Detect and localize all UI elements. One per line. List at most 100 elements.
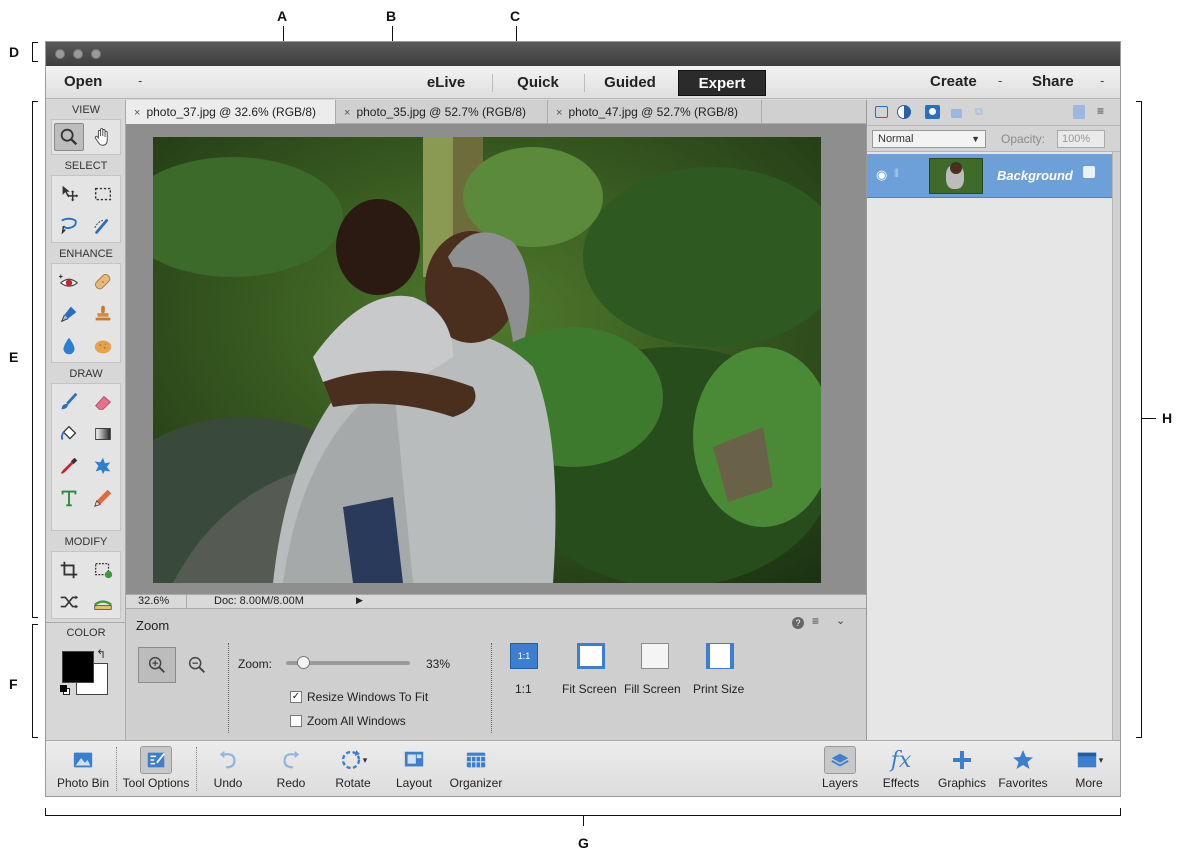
fill-screen-button[interactable] — [641, 643, 669, 669]
mode-tab-expert[interactable]: Expert — [678, 70, 766, 96]
more-button[interactable]: ▾ More — [1066, 746, 1112, 790]
create-dropdown-arrow[interactable]: - — [998, 73, 1002, 88]
layer-row[interactable]: ◉ ⦀ Background — [867, 154, 1113, 198]
zoom-slider-thumb[interactable] — [297, 656, 311, 669]
zoom-out-button[interactable] — [182, 651, 212, 679]
panel-menu-icon[interactable]: ≡ — [812, 614, 819, 628]
lock-icon[interactable] — [951, 109, 962, 118]
layout-button[interactable]: Layout — [390, 746, 438, 790]
close-tab-icon[interactable]: × — [344, 107, 350, 119]
blend-mode-select[interactable]: Normal ▼ — [872, 130, 986, 148]
effects-button[interactable]: fx Effects — [880, 746, 922, 791]
mode-tab-guided[interactable]: Guided — [590, 70, 670, 96]
adjustment-layer-icon[interactable] — [897, 105, 911, 119]
visibility-eye-icon[interactable]: ◉ — [876, 167, 887, 183]
callout-f-bracket — [32, 624, 38, 738]
actual-pixels-icon-text: 1:1 — [517, 651, 531, 661]
document-tab[interactable]: × photo_47.jpg @ 52.7% (RGB/8) — [548, 100, 762, 124]
photo-image[interactable] — [153, 137, 821, 583]
collapse-panel-icon[interactable]: ⌄ — [836, 614, 845, 627]
bottom-taskbar: Photo Bin Tool Options Undo Redo ▾ Rotat… — [46, 740, 1120, 796]
link-layers-icon[interactable]: ⧉ — [975, 106, 983, 119]
undo-button[interactable]: Undo — [204, 746, 252, 790]
content-aware-move-tool[interactable] — [54, 588, 84, 616]
new-layer-icon[interactable] — [875, 106, 888, 118]
rotate-button[interactable]: ▾ Rotate — [328, 746, 378, 790]
callout-h-tick — [1142, 418, 1156, 419]
zoom-slider[interactable] — [286, 656, 410, 669]
gradient-tool[interactable] — [88, 420, 118, 448]
graphics-button[interactable]: Graphics — [934, 746, 990, 790]
actual-pixels-label: 1:1 — [515, 682, 532, 696]
mode-tab-quick[interactable]: Quick — [498, 70, 578, 96]
tool-options-icon — [140, 746, 172, 774]
favorites-button[interactable]: Favorites — [994, 746, 1052, 790]
layer-mask-icon[interactable] — [925, 105, 940, 119]
eyedropper-tool[interactable] — [54, 452, 84, 480]
close-tab-icon[interactable]: × — [556, 107, 562, 119]
open-dropdown-arrow[interactable]: - — [138, 73, 142, 88]
hand-tool[interactable] — [88, 123, 118, 151]
minimize-window-button[interactable] — [73, 49, 83, 59]
custom-shape-tool[interactable] — [88, 452, 118, 480]
sponge-tool[interactable] — [88, 332, 118, 360]
rectangular-marquee-tool[interactable] — [88, 180, 118, 208]
enhance-tools — [51, 263, 121, 363]
blur-tool[interactable] — [54, 332, 84, 360]
opacity-field[interactable]: 100% — [1057, 130, 1105, 148]
move-tool[interactable] — [54, 180, 84, 208]
mode-tab-elive[interactable]: eLive — [406, 70, 486, 96]
organizer-button[interactable]: Organizer — [444, 746, 508, 790]
type-tool[interactable] — [54, 484, 84, 512]
red-eye-removal-tool[interactable] — [54, 268, 84, 296]
document-tab[interactable]: × photo_35.jpg @ 52.7% (RGB/8) — [336, 100, 548, 124]
swap-colors-icon[interactable]: ↰ — [96, 647, 106, 661]
share-dropdown-arrow[interactable]: - — [1100, 73, 1104, 88]
zoom-in-button[interactable] — [138, 647, 176, 683]
layers-panel-menu-icon[interactable]: ≡ — [1097, 104, 1104, 118]
eraser-tool[interactable] — [88, 388, 118, 416]
foreground-color-swatch[interactable] — [62, 651, 94, 683]
modify-tools — [51, 551, 121, 619]
redo-button[interactable]: Redo — [268, 746, 314, 790]
straighten-tool[interactable] — [88, 588, 118, 616]
document-tab[interactable]: × photo_37.jpg @ 32.6% (RGB/8) — [126, 100, 336, 124]
quick-selection-tool[interactable] — [88, 212, 118, 240]
help-icon[interactable]: ? — [792, 617, 804, 629]
pencil-tool[interactable] — [88, 484, 118, 512]
lasso-tool[interactable] — [54, 212, 84, 240]
print-size-button[interactable] — [706, 643, 734, 669]
tool-options-label: Tool Options — [122, 776, 190, 790]
layers-scrollbar[interactable] — [1112, 152, 1120, 740]
close-tab-icon[interactable]: × — [134, 107, 140, 119]
fit-screen-label: Fit Screen — [562, 682, 617, 696]
spot-healing-brush-tool[interactable] — [88, 268, 118, 296]
brush-tool[interactable] — [54, 388, 84, 416]
resize-windows-checkbox[interactable]: ✓ — [290, 691, 302, 703]
delete-layer-icon[interactable] — [1073, 105, 1085, 119]
zoom-all-windows-checkbox[interactable] — [290, 715, 302, 727]
zoom-tool[interactable] — [54, 123, 84, 151]
default-colors-icon[interactable] — [60, 685, 70, 695]
close-window-button[interactable] — [55, 49, 65, 59]
draw-tools — [51, 383, 121, 531]
layers-button[interactable]: Layers — [818, 746, 862, 790]
image-canvas[interactable] — [126, 124, 866, 594]
share-menu[interactable]: Share — [1032, 73, 1074, 90]
status-menu-arrow[interactable]: ▶ — [356, 595, 363, 606]
paint-bucket-tool[interactable] — [54, 420, 84, 448]
clone-stamp-tool[interactable] — [88, 300, 118, 328]
callout-h: H — [1162, 410, 1173, 426]
document-tab-label: photo_37.jpg @ 32.6% (RGB/8) — [146, 105, 317, 119]
smart-brush-tool[interactable] — [54, 300, 84, 328]
crop-tool[interactable] — [54, 556, 84, 584]
zoom-window-button[interactable] — [91, 49, 101, 59]
photo-bin-button[interactable]: Photo Bin — [52, 746, 114, 790]
layer-name[interactable]: Background — [997, 168, 1073, 183]
fit-screen-button[interactable] — [577, 643, 605, 669]
open-menu[interactable]: Open — [64, 73, 102, 90]
create-menu[interactable]: Create — [930, 73, 977, 90]
actual-pixels-button[interactable]: 1:1 — [510, 643, 538, 669]
recompose-tool[interactable] — [88, 556, 118, 584]
tool-options-button[interactable]: Tool Options — [118, 746, 194, 790]
